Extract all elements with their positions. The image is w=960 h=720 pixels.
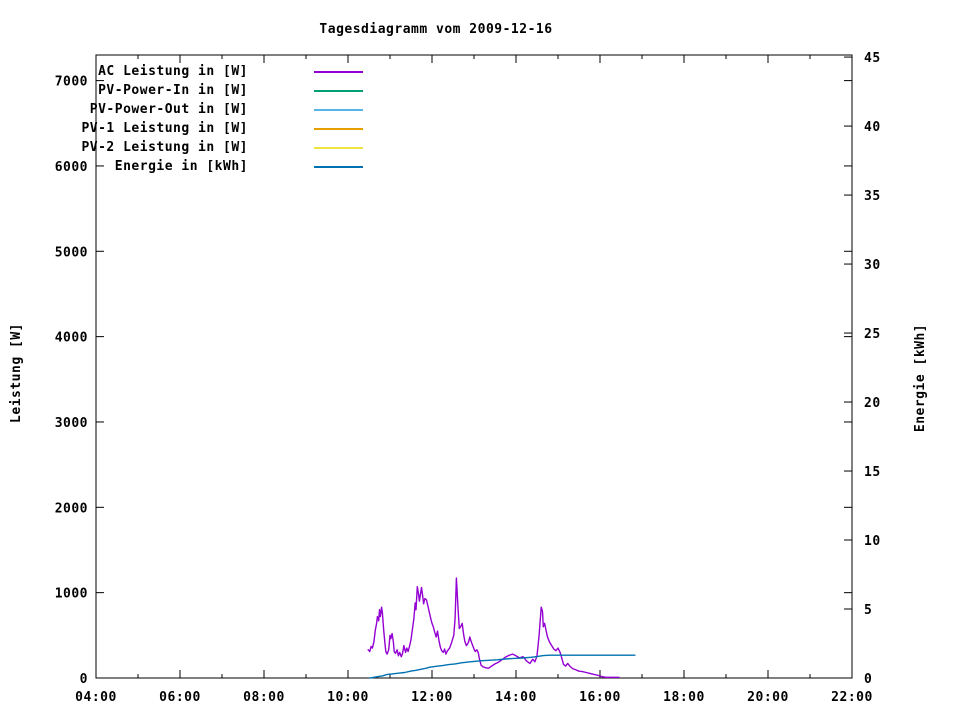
plot-border [95, 54, 853, 679]
x-axis-tick-label: 04:00 [75, 690, 117, 705]
y-axis-tick-label: 1000 [55, 587, 88, 602]
x-axis-tick-label: 20:00 [747, 690, 789, 705]
y2-axis-tick-label: 45 [864, 51, 881, 66]
y2-axis-tick-label: 0 [864, 672, 872, 687]
x-axis-tick-label: 22:00 [831, 690, 873, 705]
y-axis-tick-label: 6000 [55, 160, 88, 175]
x-axis-tick-label: 16:00 [579, 690, 621, 705]
y-axis-tick-label: 0 [80, 672, 88, 687]
y-axis-tick-label: 4000 [55, 331, 88, 346]
y2-axis-tick-label: 30 [864, 258, 881, 273]
y2-axis-tick-label: 10 [864, 534, 881, 549]
y-axis-tick-label: 5000 [55, 245, 88, 260]
x-axis-tick-label: 08:00 [243, 690, 285, 705]
y2-axis-tick-label: 15 [864, 465, 881, 480]
y-axis-tick-label: 3000 [55, 416, 88, 431]
x-axis-tick-label: 18:00 [663, 690, 705, 705]
y2-axis-tick-label: 20 [864, 396, 881, 411]
y-axis-tick-label: 2000 [55, 501, 88, 516]
x-axis-tick-label: 14:00 [495, 690, 537, 705]
series-line-ac-leistung [367, 577, 620, 678]
y2-axis-tick-label: 35 [864, 189, 881, 204]
tagesdiagramm-chart: Tagesdiagramm vom 2009-12-16 AC Leistung… [0, 0, 960, 720]
y-axis-label: Leistung [W] [9, 323, 24, 423]
y-axis-tick-label: 7000 [55, 75, 88, 90]
y2-axis-tick-label: 5 [864, 603, 872, 618]
x-axis-tick-label: 06:00 [159, 690, 201, 705]
x-axis-tick-label: 10:00 [327, 690, 369, 705]
y2-axis-tick-label: 40 [864, 120, 881, 135]
y2-axis-tick-label: 25 [864, 327, 881, 342]
plot-svg: Leistung [W] Energie [kWh] 04:00 06:00 08:… [9, 51, 928, 705]
y2-axis-label: Energie [kWh] [913, 324, 928, 432]
x-axis-tick-label: 12:00 [411, 690, 453, 705]
